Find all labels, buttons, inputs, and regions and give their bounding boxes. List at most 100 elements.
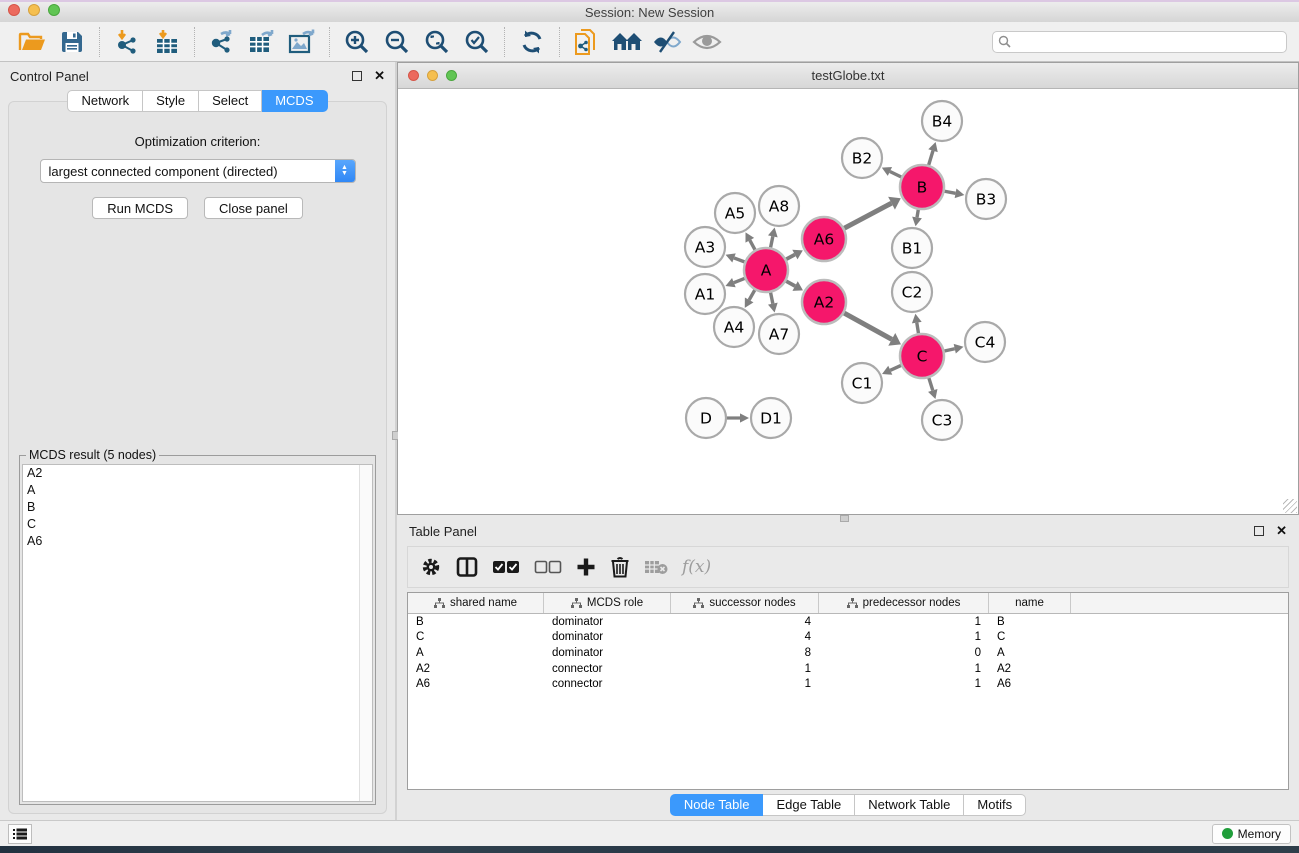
import-table-button[interactable] (147, 25, 187, 59)
zoom-selected-button[interactable] (457, 25, 497, 59)
cell-shared-name[interactable]: B (408, 614, 544, 630)
new-network-from-selection-button[interactable] (567, 25, 607, 59)
edge-C-C3[interactable] (929, 378, 933, 390)
table-row[interactable]: Bdominator41B (408, 614, 1288, 630)
edge-B-B4[interactable] (929, 151, 933, 165)
mcds-result-list[interactable]: A2ABCA6 (22, 464, 373, 802)
table-settings-button[interactable] (420, 552, 442, 582)
create-new-column-button[interactable] (576, 552, 596, 582)
edge-A-A8[interactable] (771, 236, 773, 247)
close-panel-button[interactable]: Close panel (204, 197, 303, 219)
zoom-fit-button[interactable] (417, 25, 457, 59)
zoom-window-button[interactable] (48, 4, 60, 16)
run-mcds-button[interactable]: Run MCDS (92, 197, 188, 219)
select-all-columns-button[interactable] (492, 552, 520, 582)
zoom-out-button[interactable] (377, 25, 417, 59)
network-close-button[interactable] (408, 70, 419, 81)
cell-successor-nodes[interactable]: 1 (671, 661, 819, 677)
cell-shared-name[interactable]: A2 (408, 661, 544, 677)
column-header-successor-nodes[interactable]: successor nodes (671, 593, 819, 613)
close-window-button[interactable] (8, 4, 20, 16)
result-list-item[interactable]: A (23, 482, 372, 499)
cell-predecessor-nodes[interactable]: 0 (819, 645, 989, 661)
edge-B-B3[interactable] (945, 191, 956, 193)
cell-predecessor-nodes[interactable]: 1 (819, 630, 989, 646)
cell-name[interactable]: C (989, 630, 1071, 646)
cell-successor-nodes[interactable]: 8 (671, 645, 819, 661)
edge-A-A4[interactable] (749, 290, 755, 300)
edge-A2-C[interactable] (844, 313, 892, 339)
cell-successor-nodes[interactable]: 4 (671, 614, 819, 630)
result-list-item[interactable]: A6 (23, 533, 372, 550)
cell-predecessor-nodes[interactable]: 1 (819, 614, 989, 630)
cell-MCDS-role[interactable]: dominator (544, 645, 671, 661)
delete-table-button[interactable] (644, 552, 668, 582)
edge-A-A1[interactable] (734, 278, 745, 282)
cell-successor-nodes[interactable]: 1 (671, 676, 819, 692)
network-canvas[interactable]: B4B2BB3A8A5A6A3B1AC2A1A2A4A7C4CC1DD1C3 (398, 89, 1298, 514)
node-table[interactable]: shared nameMCDS rolesuccessor nodesprede… (407, 592, 1289, 790)
tab-select[interactable]: Select (199, 90, 262, 112)
export-table-button[interactable] (242, 25, 282, 59)
tab-mcds[interactable]: MCDS (262, 90, 327, 112)
cell-shared-name[interactable]: C (408, 630, 544, 646)
save-session-button[interactable] (52, 25, 92, 59)
tab-node-table[interactable]: Node Table (670, 794, 764, 816)
cell-predecessor-nodes[interactable]: 1 (819, 661, 989, 677)
open-session-button[interactable] (12, 25, 52, 59)
hide-graphics-details-button[interactable] (687, 25, 727, 59)
float-table-panel-icon[interactable] (1254, 526, 1264, 536)
result-list-item[interactable]: C (23, 516, 372, 533)
tab-motifs[interactable]: Motifs (964, 794, 1026, 816)
edge-B-B2[interactable] (890, 171, 901, 177)
network-minimize-button[interactable] (427, 70, 438, 81)
unselect-all-columns-button[interactable] (534, 552, 562, 582)
minimize-window-button[interactable] (28, 4, 40, 16)
table-row[interactable]: Adominator80A (408, 645, 1288, 661)
resize-grip-icon[interactable] (1283, 499, 1297, 513)
edge-C-C1[interactable] (890, 365, 901, 370)
cell-name[interactable]: A2 (989, 661, 1071, 677)
search-field[interactable] (992, 31, 1287, 53)
column-header-MCDS-role[interactable]: MCDS role (544, 593, 671, 613)
table-row[interactable]: A6connector11A6 (408, 676, 1288, 692)
result-list-item[interactable]: A2 (23, 465, 372, 482)
search-input[interactable] (1015, 35, 1281, 49)
edge-C-C4[interactable] (944, 349, 954, 351)
edge-B-B1[interactable] (917, 210, 918, 218)
edge-A-A6[interactable] (786, 255, 795, 260)
float-panel-icon[interactable] (352, 71, 362, 81)
tab-network[interactable]: Network (67, 90, 143, 112)
edge-A6-B[interactable] (844, 203, 891, 228)
tab-edge-table[interactable]: Edge Table (763, 794, 855, 816)
cell-name[interactable]: A (989, 645, 1071, 661)
houses-button[interactable] (607, 25, 647, 59)
column-header-predecessor-nodes[interactable]: predecessor nodes (819, 593, 989, 613)
edge-A-A7[interactable] (771, 293, 773, 304)
import-network-button[interactable] (107, 25, 147, 59)
export-image-button[interactable] (282, 25, 322, 59)
cell-successor-nodes[interactable]: 4 (671, 630, 819, 646)
table-row[interactable]: Cdominator41C (408, 630, 1288, 646)
result-list-item[interactable]: B (23, 499, 372, 516)
memory-button[interactable]: Memory (1212, 824, 1291, 844)
cell-MCDS-role[interactable]: connector (544, 676, 671, 692)
cell-MCDS-role[interactable]: connector (544, 661, 671, 677)
edge-A-A5[interactable] (750, 240, 755, 250)
edge-A-A3[interactable] (734, 258, 744, 262)
result-scrollbar[interactable] (359, 465, 372, 801)
cell-MCDS-role[interactable]: dominator (544, 614, 671, 630)
column-header-name[interactable]: name (989, 593, 1071, 613)
split-divider-grip[interactable] (840, 515, 849, 522)
export-network-button[interactable] (202, 25, 242, 59)
tab-network-table[interactable]: Network Table (855, 794, 964, 816)
delete-columns-button[interactable] (610, 552, 630, 582)
show-task-history-button[interactable] (8, 824, 32, 844)
cell-MCDS-role[interactable]: dominator (544, 630, 671, 646)
function-builder-button[interactable]: f(x) (682, 552, 711, 582)
cell-name[interactable]: A6 (989, 676, 1071, 692)
cell-name[interactable]: B (989, 614, 1071, 630)
refresh-button[interactable] (512, 25, 552, 59)
cell-shared-name[interactable]: A6 (408, 676, 544, 692)
cell-shared-name[interactable]: A (408, 645, 544, 661)
